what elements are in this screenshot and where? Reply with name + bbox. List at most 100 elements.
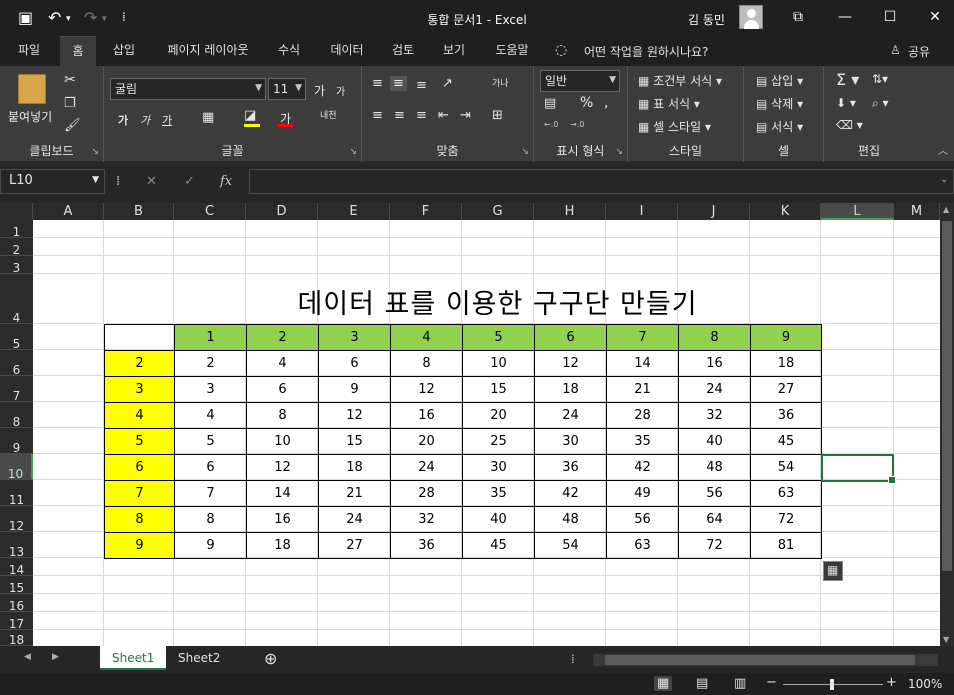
formula-input[interactable]: ⌄ [249,169,954,194]
table-value-cell[interactable]: 24 [534,402,607,429]
table-value-cell[interactable]: 21 [318,480,391,507]
comma-style-button[interactable]: , [604,95,608,111]
table-value-cell[interactable]: 24 [318,506,391,533]
table-value-cell[interactable]: 18 [246,532,319,559]
table-header-cell[interactable]: 7 [606,324,679,351]
column-header-m[interactable]: M [894,203,940,220]
prev-sheet-icon[interactable]: ◀ [24,652,31,662]
row-header-6[interactable]: 6 [0,350,33,377]
table-value-cell[interactable]: 63 [606,532,679,559]
align-left-icon[interactable]: ≡ [372,108,383,123]
table-value-cell[interactable]: 54 [534,532,607,559]
tab-view[interactable]: 보기 [434,36,474,66]
table-value-cell[interactable]: 40 [678,428,751,455]
table-value-cell[interactable]: 18 [534,376,607,403]
vertical-scrollbar[interactable]: ▲ ▼ [940,203,954,646]
table-row-header-cell[interactable]: 8 [104,506,175,533]
align-top-icon[interactable]: ≡ [372,76,383,91]
row-header-2[interactable]: 2 [0,238,33,257]
row-header-1[interactable]: 1 [0,220,33,239]
align-right-icon[interactable]: ≡ [416,108,427,123]
user-name[interactable]: 김 동민 [688,11,725,28]
table-value-cell[interactable]: 12 [318,402,391,429]
table-value-cell[interactable]: 72 [750,506,822,533]
row-header-9[interactable]: 9 [0,428,33,455]
row-header-4[interactable]: 4 [0,274,33,325]
table-value-cell[interactable]: 3 [174,376,247,403]
increase-indent-icon[interactable]: ⇥ [460,108,471,123]
wrap-text-button[interactable]: 가나 [492,76,509,89]
tab-file[interactable]: 파일 [6,36,52,66]
table-value-cell[interactable]: 35 [606,428,679,455]
name-box[interactable]: L10 ▼ [0,169,105,194]
table-value-cell[interactable]: 42 [534,480,607,507]
table-value-cell[interactable]: 36 [534,454,607,481]
conditional-formatting-button[interactable]: ▦ 조건부 서식 ▾ [638,72,722,89]
maximize-icon[interactable]: ☐ [877,6,903,28]
format-as-table-button[interactable]: ▦ 표 서식 ▾ [638,95,700,112]
tab-insert[interactable]: 삽입 [104,36,144,66]
table-value-cell[interactable]: 81 [750,532,822,559]
shrink-font-button[interactable]: 가 [336,83,345,98]
delete-cells-button[interactable]: ▤ 삭제 ▾ [756,95,803,112]
column-header-i[interactable]: I [606,203,678,220]
vertical-scroll-thumb[interactable] [942,221,952,571]
worksheet[interactable]: ABCDEFGHIJKLM 1 2 3 4 5 6 7 8 9 10 11 12 13 14 15 16 17 1… [0,203,940,646]
table-row-header-cell[interactable]: 2 [104,350,175,377]
tell-me-search[interactable]: 어떤 작업을 원하시나요? [584,43,708,60]
save-icon[interactable]: ▣ [18,8,33,27]
zoom-slider-thumb[interactable] [830,679,834,690]
number-format-select[interactable]: 일반 ▼ [540,70,620,92]
decrease-indent-icon[interactable]: ⇤ [438,108,449,123]
table-value-cell[interactable]: 4 [246,350,319,377]
table-row-header-cell[interactable]: 4 [104,402,175,429]
tab-data[interactable]: 데이터 [322,36,372,66]
minimize-icon[interactable]: — [832,6,858,28]
table-value-cell[interactable]: 8 [174,506,247,533]
font-launcher-icon[interactable]: ↘ [349,147,357,157]
undo-dropdown-icon[interactable]: ▾ [66,14,71,24]
column-header-a[interactable]: A [33,203,104,220]
alignment-launcher-icon[interactable]: ↘ [521,147,529,157]
confirm-entry-icon[interactable]: ✓ [184,174,195,189]
table-header-cell[interactable]: 5 [462,324,535,351]
column-header-f[interactable]: F [390,203,462,220]
table-value-cell[interactable]: 56 [678,480,751,507]
table-header-cell[interactable]: 3 [318,324,391,351]
selected-cell[interactable] [821,454,896,484]
orientation-icon[interactable]: ↗ [442,76,453,91]
merge-center-icon[interactable]: ⊞ [492,108,503,123]
quick-analysis-icon[interactable]: ▦ [823,561,843,581]
row-header-13[interactable]: 13 [0,532,33,559]
tab-formulas[interactable]: 수식 [270,36,308,66]
table-value-cell[interactable]: 6 [318,350,391,377]
find-select-icon[interactable]: ⌕ ▾ [872,96,889,111]
table-value-cell[interactable]: 16 [678,350,751,377]
table-row-header-cell[interactable]: 6 [104,454,175,481]
row-header-12[interactable]: 12 [0,506,33,533]
phonetic-button[interactable]: 내천 [320,108,337,121]
insert-function-icon[interactable]: fx [220,174,232,189]
scroll-down-icon[interactable]: ▼ [943,635,949,644]
table-value-cell[interactable]: 21 [606,376,679,403]
zoom-out-icon[interactable]: − [766,675,777,690]
normal-view-icon[interactable]: ▦ [654,676,673,691]
expand-formula-icon[interactable]: ⌄ [940,175,948,185]
cell-styles-button[interactable]: ▦ 셀 스타일 ▾ [638,118,711,135]
table-row-header-cell[interactable]: 9 [104,532,175,559]
new-sheet-icon[interactable]: ⊕ [264,649,277,668]
tab-page-layout[interactable]: 페이지 레이아웃 [156,36,260,66]
table-value-cell[interactable]: 42 [606,454,679,481]
sheet-tab-sheet1[interactable]: Sheet1 [100,646,167,670]
font-name-select[interactable]: 굴림 ▼ [110,78,266,100]
row-header-10[interactable]: 10 [0,454,33,481]
table-header-cell[interactable]: 6 [534,324,607,351]
table-value-cell[interactable]: 7 [174,480,247,507]
percent-style-button[interactable]: % [580,95,593,111]
zoom-in-icon[interactable]: + [886,675,897,690]
tab-help[interactable]: 도움말 [486,36,538,66]
table-value-cell[interactable]: 18 [318,454,391,481]
increase-decimal-icon[interactable]: ←.0 [544,120,558,129]
clipboard-launcher-icon[interactable]: ↘ [91,147,99,157]
table-header-cell[interactable]: 4 [390,324,463,351]
